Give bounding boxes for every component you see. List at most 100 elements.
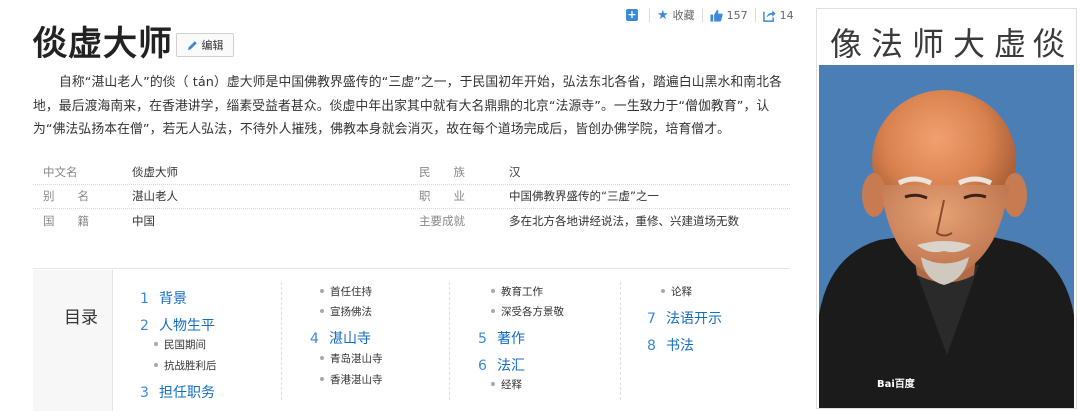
toc-sublabel: 经释 <box>501 379 522 391</box>
info-value: 湛山老人 <box>132 189 178 204</box>
toc-subitem-hongkong-temple[interactable]: 香港湛山寺 <box>320 372 383 387</box>
info-value: 汉 <box>509 164 521 179</box>
toc-sublabel: 论释 <box>671 286 692 298</box>
toc-item-writings[interactable]: 5 著作 <box>478 328 525 348</box>
toc-sublabel: 首任住持 <box>330 286 372 298</box>
bullet-icon <box>320 289 324 293</box>
collect-button[interactable]: ★ 收藏 <box>657 6 695 24</box>
toc-label: 法语开示 <box>666 311 722 327</box>
add-button[interactable]: + <box>626 6 642 24</box>
toc-sublabel: 香港湛山寺 <box>330 374 383 386</box>
toc-label: 著作 <box>497 331 525 347</box>
toc-title: 目录 <box>64 308 98 328</box>
toc-subitem-treatise-commentary[interactable]: 论释 <box>661 284 692 299</box>
thumbs-up-icon <box>710 9 723 22</box>
toc-sublabel: 青岛湛山寺 <box>330 353 383 365</box>
toc-item-calligraphy[interactable]: 8 书法 <box>647 335 694 355</box>
bullet-icon <box>661 289 665 293</box>
info-label: 民 族 <box>419 164 465 179</box>
star-icon: ★ <box>657 7 669 23</box>
info-value: 多在北方各地讲经说法，重修、兴建道场无数 <box>509 214 739 229</box>
plus-icon: + <box>626 8 638 21</box>
calligraphy-char: 倓 <box>1033 25 1066 63</box>
portrait-photo <box>819 65 1074 408</box>
page-title: 倓虚大师 <box>33 24 173 64</box>
calligraphy-char: 法 <box>871 25 904 63</box>
toc-sublabel: 宣扬佛法 <box>330 306 372 318</box>
toc-number: 3 <box>140 385 149 401</box>
calligraphy-char: 虚 <box>994 25 1027 63</box>
watermark: Bai百度 <box>877 379 915 390</box>
summary-paragraph: 自称“湛山老人”的倓（ tán）虚大师是中国佛教界盛传的“三虚”之一，于民国初年… <box>33 75 782 137</box>
toc-column-divider <box>449 282 450 400</box>
bullet-icon <box>154 363 158 367</box>
calligraphy-char: 师 <box>912 25 945 63</box>
calligraphy-char: 像 <box>830 25 863 63</box>
toc-subitem-preaching[interactable]: 宣扬佛法 <box>320 304 372 319</box>
info-value: 中国佛教界盛传的“三虚”之一 <box>509 189 659 204</box>
like-count: 157 <box>726 8 748 22</box>
toc-subitem-qingdao-temple[interactable]: 青岛湛山寺 <box>320 351 383 366</box>
toc-label: 担任职务 <box>159 385 215 401</box>
toc-item-life[interactable]: 2 人物生平 <box>140 315 215 335</box>
toc-header-panel <box>33 270 112 411</box>
toc-number: 4 <box>310 331 319 347</box>
toc-number: 2 <box>140 318 149 334</box>
toc-number: 1 <box>140 291 149 307</box>
toc-divider <box>112 270 113 411</box>
toc-subitem-republic-era[interactable]: 民国期间 <box>154 337 206 352</box>
toolbar-divider <box>649 8 650 22</box>
toc-subitem-post-war[interactable]: 抗战胜利后 <box>154 358 217 373</box>
info-label: 国 籍 <box>43 214 89 229</box>
toc-sublabel: 民国期间 <box>164 339 206 351</box>
bullet-icon <box>320 356 324 360</box>
share-button[interactable]: 14 <box>762 6 794 24</box>
toolbar-divider <box>754 8 756 22</box>
bullet-icon <box>491 382 495 386</box>
info-value: 中国 <box>132 214 155 229</box>
toc-subitem-education[interactable]: 教育工作 <box>491 284 543 299</box>
info-row: 国 籍 中国 主要成就 多在北方各地讲经说法，重修、兴建道场无数 <box>33 209 790 234</box>
bullet-icon <box>491 309 495 313</box>
bullet-icon <box>320 309 324 313</box>
edit-label: 编辑 <box>201 39 224 52</box>
info-label: 主要成就 <box>419 214 465 229</box>
toc-number: 5 <box>478 331 487 347</box>
toc-item-zhanshan-temple[interactable]: 4 湛山寺 <box>310 328 371 348</box>
basic-info-table: 中文名 倓虚大师 民 族 汉 别 名 湛山老人 职 业 中国佛教界盛传的“三虚”… <box>33 160 790 234</box>
like-button[interactable]: 157 <box>710 6 748 24</box>
toc-number: 6 <box>478 358 487 374</box>
pencil-icon <box>187 40 197 50</box>
toc-column-divider <box>281 282 282 400</box>
info-label: 职 业 <box>419 189 465 204</box>
edit-button[interactable]: 编辑 <box>176 33 234 57</box>
toc-subitem-respected[interactable]: 深受各方景敬 <box>491 304 564 319</box>
toc-subitem-first-abbot[interactable]: 首任住持 <box>320 284 372 299</box>
share-count: 14 <box>779 8 794 22</box>
portrait-image[interactable]: 像 法 师 大 虚 倓 Bai百度 <box>816 8 1077 409</box>
toc-label: 湛山寺 <box>329 331 371 347</box>
collect-label: 收藏 <box>672 9 695 22</box>
info-value: 倓虚大师 <box>132 164 178 179</box>
info-label: 别 名 <box>43 189 89 204</box>
table-of-contents: 目录 1 背景 2 人物生平 民国期间 抗战胜利后 3 担任职务 首任住持 宣扬佛法 … <box>33 270 790 411</box>
calligraphy-heading: 像 法 师 大 虚 倓 <box>817 9 1076 64</box>
toc-subitem-sutra-commentary[interactable]: 经释 <box>491 377 522 392</box>
bullet-icon <box>320 377 324 381</box>
toc-item-background[interactable]: 1 背景 <box>140 288 187 308</box>
toc-item-positions[interactable]: 3 担任职务 <box>140 382 215 402</box>
info-row: 别 名 湛山老人 职 业 中国佛教界盛传的“三虚”之一 <box>33 185 790 209</box>
toc-column-divider <box>620 282 621 400</box>
calligraphy-char: 大 <box>953 25 986 63</box>
toc-top-border <box>33 268 790 269</box>
toc-sublabel: 深受各方景敬 <box>501 306 564 318</box>
toc-sublabel: 抗战胜利后 <box>164 360 217 372</box>
toc-item-teachings[interactable]: 7 法语开示 <box>647 308 722 328</box>
toc-item-dharma-collection[interactable]: 6 法汇 <box>478 355 525 375</box>
toolbar-divider <box>701 8 703 22</box>
bullet-icon <box>491 289 495 293</box>
info-row: 中文名 倓虚大师 民 族 汉 <box>33 160 790 185</box>
toc-number: 7 <box>647 311 656 327</box>
toc-sublabel: 教育工作 <box>501 286 543 298</box>
share-icon <box>762 9 776 22</box>
